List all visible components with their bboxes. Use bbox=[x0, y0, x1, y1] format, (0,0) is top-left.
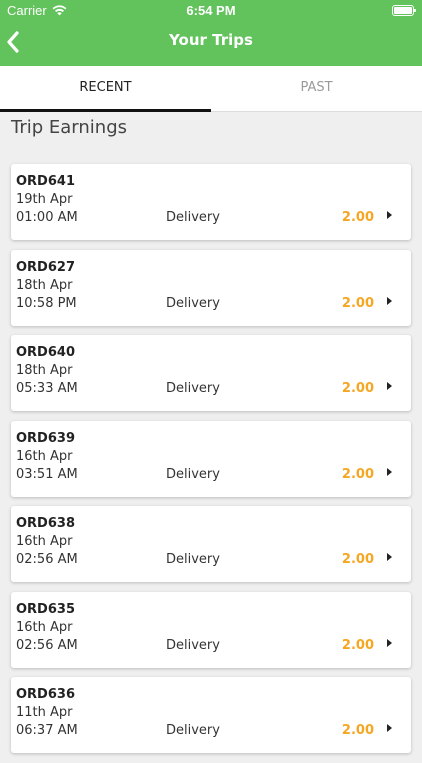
trip-card[interactable]: ORD636 11th Apr 06:37 AM Delivery 2.00 bbox=[11, 677, 411, 753]
order-type: Delivery bbox=[166, 637, 220, 653]
order-id: ORD638 bbox=[16, 516, 75, 531]
order-date: 18th Apr bbox=[16, 363, 73, 378]
order-time: 01:00 AM bbox=[16, 210, 78, 225]
trip-card[interactable]: ORD641 19th Apr 01:00 AM Delivery 2.00 bbox=[11, 164, 411, 240]
order-type: Delivery bbox=[166, 723, 220, 738]
trip-card[interactable]: ORD627 18th Apr 10:58 PM Delivery 2.00 bbox=[11, 249, 411, 326]
caret-right-icon bbox=[387, 638, 392, 647]
order-date: 11th Apr bbox=[16, 705, 73, 720]
order-id: ORD641 bbox=[16, 174, 75, 189]
order-amount: 2.00 bbox=[341, 637, 374, 653]
tab-past[interactable]: PAST bbox=[211, 66, 422, 112]
trip-card[interactable]: ORD638 16th Apr 02:56 AM Delivery 2.00 bbox=[11, 506, 411, 582]
order-type: Delivery bbox=[166, 295, 220, 311]
order-amount: 2.00 bbox=[341, 552, 374, 567]
trip-list: ORD641 19th Apr 01:00 AM Delivery 2.00 O… bbox=[11, 164, 411, 763]
order-date: 16th Apr bbox=[16, 534, 73, 549]
battery-icon bbox=[392, 5, 416, 16]
status-time: 6:54 PM bbox=[186, 3, 236, 18]
order-time: 02:56 AM bbox=[16, 637, 78, 653]
section-title: Trip Earnings bbox=[11, 117, 128, 138]
tab-bar: RECENT PAST bbox=[0, 66, 422, 112]
active-tab-indicator bbox=[0, 109, 211, 112]
caret-right-icon bbox=[387, 211, 392, 219]
order-time: 03:51 AM bbox=[16, 466, 78, 482]
order-amount: 2.00 bbox=[341, 723, 374, 738]
status-bar: Carrier 6:54 PM bbox=[0, 0, 422, 22]
order-type: Delivery bbox=[166, 210, 220, 225]
trip-card[interactable]: ORD635 16th Apr 02:56 AM Delivery 2.00 bbox=[11, 591, 411, 668]
order-date: 19th Apr bbox=[16, 192, 73, 207]
order-amount: 2.00 bbox=[341, 381, 374, 396]
order-time: 02:56 AM bbox=[16, 552, 78, 567]
caret-right-icon bbox=[387, 467, 392, 476]
order-time: 06:37 AM bbox=[16, 723, 78, 738]
order-amount: 2.00 bbox=[341, 210, 374, 225]
order-id: ORD627 bbox=[16, 259, 75, 275]
order-time: 10:58 PM bbox=[16, 295, 77, 311]
trip-card[interactable]: ORD639 16th Apr 03:51 AM Delivery 2.00 bbox=[11, 420, 411, 497]
caret-right-icon bbox=[387, 296, 392, 305]
order-amount: 2.00 bbox=[341, 295, 374, 311]
order-id: ORD635 bbox=[16, 601, 75, 617]
caret-right-icon bbox=[387, 553, 392, 561]
app-header: Carrier 6:54 PM Your Trips bbox=[0, 0, 422, 66]
order-id: ORD639 bbox=[16, 430, 75, 446]
order-date: 18th Apr bbox=[16, 277, 73, 293]
order-type: Delivery bbox=[166, 552, 220, 567]
order-time: 05:33 AM bbox=[16, 381, 78, 396]
order-date: 16th Apr bbox=[16, 448, 73, 464]
order-date: 16th Apr bbox=[16, 619, 73, 635]
order-id: ORD640 bbox=[16, 345, 75, 360]
order-id: ORD636 bbox=[16, 687, 75, 702]
tab-recent[interactable]: RECENT bbox=[0, 66, 211, 112]
caret-right-icon bbox=[387, 382, 392, 390]
page-title: Your Trips bbox=[169, 31, 253, 49]
order-amount: 2.00 bbox=[341, 466, 374, 482]
order-type: Delivery bbox=[166, 381, 220, 396]
order-type: Delivery bbox=[166, 466, 220, 482]
trip-card[interactable]: ORD640 18th Apr 05:33 AM Delivery 2.00 bbox=[11, 335, 411, 411]
caret-right-icon bbox=[387, 724, 392, 732]
